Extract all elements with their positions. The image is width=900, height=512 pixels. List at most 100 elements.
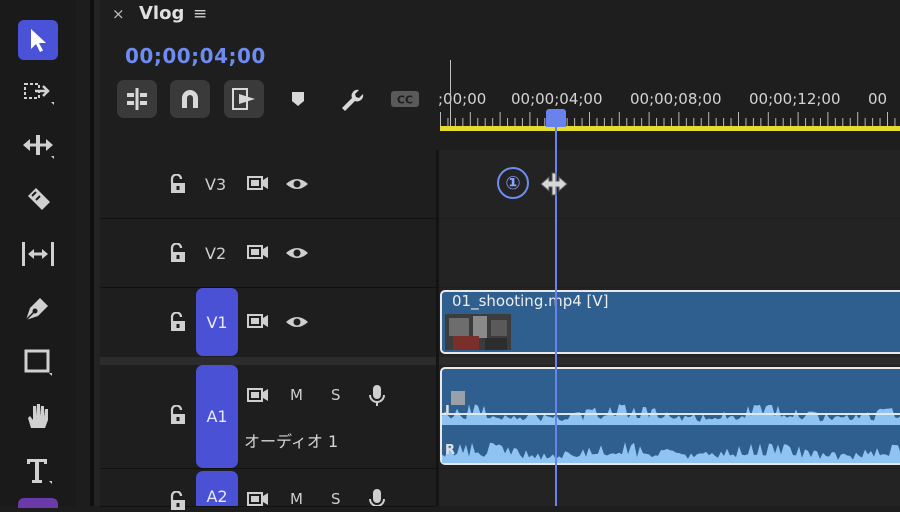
lock-open-icon xyxy=(170,312,185,331)
video-clip-name: 01_shooting.mp4 [V] xyxy=(452,292,609,310)
audio-clip-fx-badge xyxy=(451,391,465,405)
snap-magnet-icon xyxy=(182,90,198,108)
slip-tool-icon xyxy=(22,242,54,266)
header-lane-divider xyxy=(436,150,439,506)
sync-lock-icon xyxy=(247,492,268,506)
rectangle-tool-icon xyxy=(24,349,52,376)
solo-track-a2[interactable]: S xyxy=(331,490,341,508)
sync-lock-v2[interactable] xyxy=(246,241,270,263)
insert-edit-button[interactable] xyxy=(117,80,157,118)
track-label-v2: V2 xyxy=(205,244,227,263)
razor-tool[interactable] xyxy=(18,180,58,220)
insert-edit-icon xyxy=(127,88,147,110)
target-track-a1[interactable]: A1 xyxy=(196,365,238,468)
playhead-handle[interactable] xyxy=(546,109,566,127)
solo-track-a1[interactable]: S xyxy=(331,386,341,404)
svg-text:CC: CC xyxy=(397,94,413,107)
hand-tool[interactable] xyxy=(18,396,58,436)
ripple-edit-tool[interactable] xyxy=(18,126,58,166)
captions-button[interactable]: CC xyxy=(389,84,421,114)
sync-lock-a2[interactable] xyxy=(246,488,270,510)
eye-icon xyxy=(286,317,308,327)
sequence-tab-title[interactable]: Vlog xyxy=(139,3,184,24)
ruler-tick-label: 00;00;04;00 xyxy=(511,90,603,108)
lock-track-a2[interactable] xyxy=(167,490,189,512)
microphone-icon xyxy=(369,489,385,506)
razor-tool-icon xyxy=(28,188,50,210)
target-track-v1[interactable]: V1 xyxy=(196,288,238,356)
lock-track-v2[interactable] xyxy=(167,242,189,264)
sequence-start-line xyxy=(450,60,451,126)
ripple-edit-icon xyxy=(23,135,54,159)
eye-icon xyxy=(286,179,308,189)
linked-selection-icon xyxy=(232,88,255,110)
ruler-tick-label: 00;00;08;00 xyxy=(630,90,722,108)
lock-open-icon xyxy=(170,491,185,510)
lock-open-icon xyxy=(170,405,185,424)
toggle-output-v2[interactable] xyxy=(284,242,310,264)
sync-lock-icon xyxy=(247,388,268,402)
snap-button[interactable] xyxy=(170,80,210,118)
linked-selection-button[interactable] xyxy=(224,80,264,118)
panel-menu-icon[interactable]: ≡ xyxy=(193,4,207,24)
mute-track-a1[interactable]: M xyxy=(290,386,303,404)
video-audio-divider[interactable] xyxy=(100,357,900,365)
sync-lock-icon xyxy=(247,176,268,190)
ruler-tick-label: 00 xyxy=(868,90,888,108)
wrench-settings-icon xyxy=(342,89,364,111)
add-marker-button[interactable] xyxy=(283,84,313,114)
sync-lock-v1[interactable] xyxy=(246,310,270,332)
sync-lock-icon xyxy=(247,245,268,259)
toggle-output-v3[interactable] xyxy=(284,173,310,195)
pen-tool-icon xyxy=(25,298,48,321)
waveform-channel xyxy=(442,442,900,463)
voiceover-record-a2[interactable] xyxy=(367,487,387,506)
lock-open-icon xyxy=(170,174,185,193)
channel-label-right: R xyxy=(445,443,456,458)
tool-overflow-button[interactable] xyxy=(18,498,58,508)
tools-panel xyxy=(0,0,76,508)
lock-track-v1[interactable] xyxy=(167,311,189,333)
ruler-tick-label: ;00;00 xyxy=(438,90,487,108)
selection-tool-button[interactable] xyxy=(18,20,58,60)
step-number-annotation: ① xyxy=(497,167,529,199)
audio-waveform xyxy=(442,404,900,463)
sync-lock-a1[interactable] xyxy=(246,384,270,406)
track-label-v3: V3 xyxy=(205,175,227,194)
channel-label-left: L xyxy=(445,404,454,419)
sync-lock-v3[interactable] xyxy=(246,172,270,194)
close-tab-icon[interactable]: × xyxy=(112,5,125,23)
lane-a2[interactable] xyxy=(439,469,900,506)
rectangle-tool[interactable] xyxy=(18,342,58,382)
sync-lock-icon xyxy=(247,314,268,328)
target-track-a2[interactable]: A2 xyxy=(196,471,238,506)
captions-cc-icon: CC xyxy=(391,91,419,107)
work-area-bar[interactable] xyxy=(440,126,900,131)
time-ruler[interactable] xyxy=(440,112,900,126)
marker-icon xyxy=(292,92,304,106)
type-tool[interactable] xyxy=(18,450,58,490)
channel-divider xyxy=(442,413,900,415)
track-select-forward-tool[interactable] xyxy=(18,72,58,112)
toggle-output-v1[interactable] xyxy=(284,311,310,333)
selection-tool-icon xyxy=(31,29,46,52)
lock-track-a1[interactable] xyxy=(167,404,189,426)
track-name-a1[interactable]: オーディオ 1 xyxy=(244,428,338,452)
timeline-settings-button[interactable] xyxy=(336,84,366,114)
ripple-edit-cursor-icon xyxy=(540,172,568,196)
video-clip-thumbnail xyxy=(445,314,511,350)
hand-tool-icon xyxy=(28,404,48,428)
slip-tool[interactable] xyxy=(18,234,58,274)
mute-track-a2[interactable]: M xyxy=(290,490,303,508)
track-header-a1[interactable] xyxy=(100,365,436,469)
voiceover-record-a1[interactable] xyxy=(367,383,387,409)
ruler-tick-label: 00;00;12;00 xyxy=(749,90,841,108)
lock-track-v3[interactable] xyxy=(167,173,189,195)
track-select-forward-icon xyxy=(24,83,54,105)
lane-v2[interactable] xyxy=(439,219,900,287)
pen-tool[interactable] xyxy=(18,288,58,328)
type-tool-icon xyxy=(27,459,52,484)
playhead-timecode[interactable]: 00;00;04;00 xyxy=(125,44,266,68)
eye-icon xyxy=(286,248,308,258)
microphone-icon xyxy=(369,385,385,406)
